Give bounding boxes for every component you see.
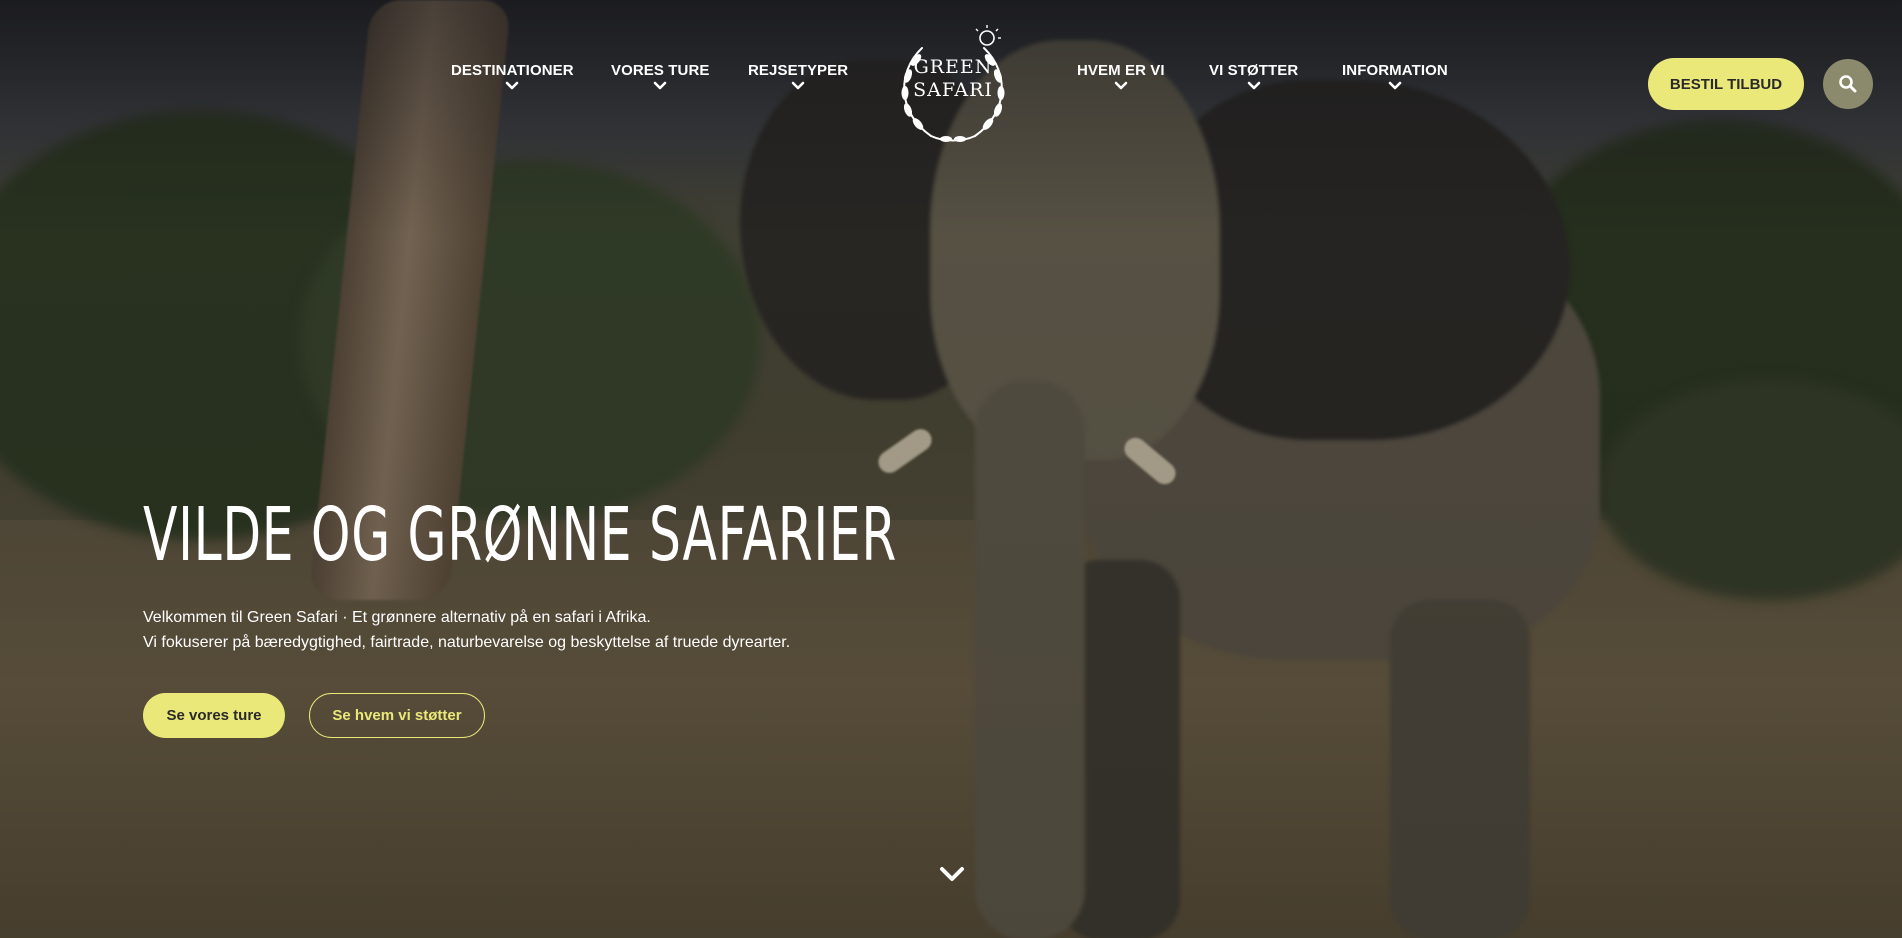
green-safari-logo[interactable]: GREEN SAFARI (886, 18, 1020, 152)
nav-item-vi-stotter[interactable]: VI STØTTER (1209, 62, 1298, 91)
hero-intro-line-2: Vi fokuserer på bæredygtighed, fairtrade… (143, 634, 791, 651)
see-tours-button[interactable]: Se vores ture (143, 693, 285, 738)
chevron-down-icon (506, 81, 519, 90)
logo-line-2: SAFARI (913, 79, 993, 101)
logo-line-1: GREEN (913, 56, 993, 78)
chevron-down-icon (1388, 81, 1402, 90)
chevron-down-icon (1247, 81, 1260, 90)
chevron-down-icon (1114, 81, 1128, 90)
nav-item-information[interactable]: INFORMATION (1342, 62, 1448, 91)
see-who-we-support-button[interactable]: Se hvem vi støtter (309, 693, 485, 738)
nav-item-label: HVEM ER VI (1077, 62, 1165, 79)
logo-text: GREEN SAFARI (886, 56, 1020, 102)
nav-item-label: REJSETYPER (748, 62, 849, 79)
chevron-down-icon (791, 81, 805, 90)
nav-item-destinationer[interactable]: DESTINATIONER (451, 62, 574, 91)
hero-intro: Velkommen til Green Safari · Et grønnere… (143, 605, 790, 655)
nav-item-label: DESTINATIONER (451, 62, 574, 79)
hero-title: VILDE OG GRØNNE SAFARIER (143, 492, 898, 578)
chevron-down-icon[interactable] (937, 862, 967, 886)
search-button[interactable] (1823, 59, 1873, 109)
nav-item-label: VI STØTTER (1209, 62, 1299, 79)
nav-item-label: INFORMATION (1342, 62, 1448, 79)
chevron-down-icon (653, 81, 667, 90)
nav-item-vores-ture[interactable]: VORES TURE (611, 62, 710, 91)
nav-item-rejsetyper[interactable]: REJSETYPER (748, 62, 848, 91)
hero-intro-line-1: Velkommen til Green Safari · Et grønnere… (143, 609, 651, 626)
nav-item-label: VORES TURE (611, 62, 710, 79)
request-offer-button[interactable]: BESTIL TILBUD (1648, 58, 1804, 110)
search-icon (1839, 75, 1857, 93)
nav-item-hvem-er-vi[interactable]: HVEM ER VI (1077, 62, 1165, 91)
